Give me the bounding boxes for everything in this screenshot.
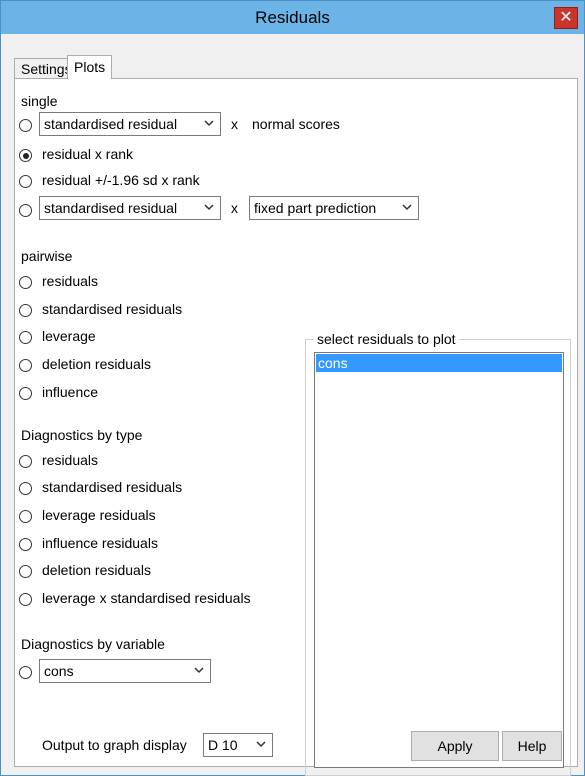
diag-type-option-label: leverage x standardised residuals: [42, 590, 251, 606]
chevron-down-icon: [204, 120, 214, 127]
pairwise-option-label: standardised residuals: [42, 301, 183, 317]
pairwise-leverage-radio[interactable]: [19, 331, 32, 344]
single-row4-combo1[interactable]: standardised residual: [39, 196, 221, 220]
pairwise-residuals-radio[interactable]: [19, 276, 32, 289]
diag-type-option-label: residuals: [42, 452, 99, 468]
pairwise-option-label: influence: [42, 384, 99, 400]
pairwise-heading: pairwise: [21, 248, 73, 264]
pairwise-standardised-radio[interactable]: [19, 304, 32, 317]
single-row4-x: x: [231, 200, 238, 216]
single-normal-scores-radio[interactable]: [19, 119, 32, 132]
diag-variable-combo[interactable]: cons: [39, 659, 211, 683]
chevron-down-icon: [402, 204, 412, 211]
select-residuals-label: select residuals to plot: [314, 331, 459, 347]
list-item[interactable]: cons: [316, 354, 562, 372]
tab-plots[interactable]: Plots: [67, 55, 113, 79]
diag-type-option-label: leverage residuals: [42, 507, 156, 523]
diag-type-influence-radio[interactable]: [19, 538, 32, 551]
diag-type-deletion-radio[interactable]: [19, 565, 32, 578]
residuals-listbox[interactable]: cons: [314, 352, 564, 768]
select-residuals-group: select residuals to plot cons: [305, 331, 571, 776]
diag-type-residuals-radio[interactable]: [19, 455, 32, 468]
single-row4-combo1-value: standardised residual: [44, 200, 178, 216]
diag-variable-combo-value: cons: [44, 663, 74, 679]
single-row1-suffix: normal scores: [252, 116, 340, 132]
apply-button[interactable]: Apply: [411, 731, 499, 761]
diag-type-leverage-radio[interactable]: [19, 510, 32, 523]
pairwise-option-label: deletion residuals: [42, 356, 151, 372]
diag-variable-radio[interactable]: [19, 666, 32, 679]
diag-type-leverage-std-radio[interactable]: [19, 593, 32, 606]
diagnostics-type-heading: Diagnostics by type: [21, 427, 143, 443]
pairwise-option-label: leverage: [42, 328, 96, 344]
pairwise-influence-radio[interactable]: [19, 387, 32, 400]
single-fixed-part-radio[interactable]: [19, 204, 32, 217]
graph-display-combo-value: D 10: [208, 737, 238, 753]
output-label: Output to graph display: [42, 737, 187, 753]
single-heading: single: [21, 93, 58, 109]
plots-tab-page: single standardised residual x normal sc…: [14, 78, 578, 776]
single-row1-x: x: [231, 116, 238, 132]
single-row3-label: residual +/-1.96 sd x rank: [42, 172, 200, 188]
close-button[interactable]: ✕: [554, 7, 578, 29]
single-row4-combo2[interactable]: fixed part prediction: [249, 196, 419, 220]
residuals-dialog: Residuals ✕ Settings Plots single standa…: [0, 0, 585, 776]
diag-type-option-label: influence residuals: [42, 535, 158, 551]
single-row2-label: residual x rank: [42, 146, 134, 162]
diag-type-option-label: standardised residuals: [42, 479, 183, 495]
pairwise-deletion-radio[interactable]: [19, 359, 32, 372]
pairwise-option-label: residuals: [42, 273, 99, 289]
help-button[interactable]: Help: [502, 731, 562, 761]
single-row1-combo[interactable]: standardised residual: [39, 112, 221, 136]
single-row1-combo-value: standardised residual: [44, 116, 178, 132]
diag-type-option-label: deletion residuals: [42, 562, 151, 578]
single-row4-combo2-value: fixed part prediction: [254, 200, 377, 216]
window-title: Residuals: [255, 8, 330, 27]
diag-type-standardised-radio[interactable]: [19, 482, 32, 495]
chevron-down-icon: [204, 204, 214, 211]
title-bar[interactable]: Residuals ✕: [1, 1, 584, 34]
graph-display-combo[interactable]: D 10: [203, 733, 273, 757]
dialog-client: Settings Plots single standardised resid…: [9, 34, 578, 776]
single-residual-sd-rank-radio[interactable]: [19, 175, 32, 188]
chevron-down-icon: [256, 741, 266, 748]
diagnostics-variable-heading: Diagnostics by variable: [21, 636, 165, 652]
single-residual-rank-radio[interactable]: [19, 149, 32, 162]
chevron-down-icon: [194, 667, 204, 674]
